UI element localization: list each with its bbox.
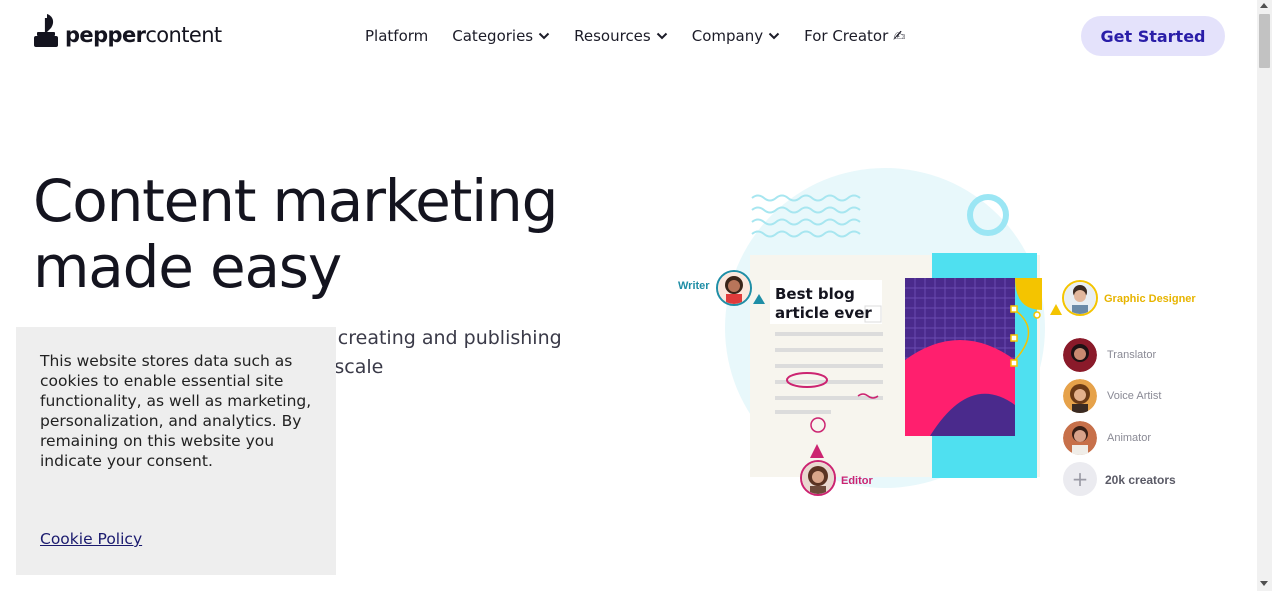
- writer-avatar: [716, 270, 752, 306]
- nav-resources[interactable]: Resources: [574, 27, 668, 45]
- chevron-down-icon: [538, 32, 550, 40]
- role-translator-label: Translator: [1107, 349, 1157, 361]
- scroll-down-arrow-icon[interactable]: [1260, 581, 1268, 586]
- cookie-text: This website stores data such as cookies…: [40, 352, 312, 470]
- chevron-down-icon: [656, 32, 667, 40]
- logo-wordmark: peppercontent: [65, 23, 222, 47]
- nav-for-creator[interactable]: For Creator ✍: [804, 27, 906, 45]
- page-scrollbar[interactable]: [1257, 0, 1272, 591]
- hero-title: Content marketing made easy: [33, 168, 633, 300]
- scroll-thumb[interactable]: [1259, 14, 1270, 68]
- nav-company[interactable]: Company: [692, 27, 780, 45]
- role-graphic-designer-label: Graphic Designer: [1104, 293, 1196, 305]
- role-voice-artist-label: Voice Artist: [1107, 390, 1162, 402]
- card-title: Best blog article ever: [775, 285, 872, 322]
- translator-avatar: [1063, 338, 1097, 372]
- site-header: peppercontent Platform Categories Resour…: [0, 0, 1257, 72]
- role-writer-label: Writer: [678, 280, 710, 292]
- plus-icon: +: [1063, 462, 1097, 496]
- hero-title-line2: made easy: [33, 233, 342, 301]
- chevron-down-icon: [768, 32, 780, 40]
- role-animator-label: Animator: [1107, 432, 1152, 444]
- get-started-button[interactable]: Get Started: [1081, 16, 1225, 56]
- scroll-up-arrow-icon[interactable]: [1260, 3, 1268, 8]
- hero-illustration: Best blog article ever Writer Editor Gra…: [670, 160, 1210, 505]
- logo[interactable]: peppercontent: [33, 12, 222, 48]
- cookie-policy-link[interactable]: Cookie Policy: [40, 530, 142, 548]
- pepper-logo-icon: [33, 12, 59, 48]
- nav-categories[interactable]: Categories: [452, 27, 550, 45]
- main-nav: Platform Categories Resources Company Fo…: [365, 24, 930, 48]
- graphic-designer-avatar: [1062, 280, 1098, 316]
- editor-avatar: [800, 460, 836, 496]
- nav-platform[interactable]: Platform: [365, 27, 428, 45]
- hero-title-line1: Content marketing: [33, 167, 558, 235]
- role-editor-label: Editor: [841, 475, 873, 487]
- role-creators-label: 20k creators: [1105, 473, 1176, 487]
- illustration-graphic: [725, 168, 1062, 488]
- voice-artist-avatar: [1063, 379, 1097, 413]
- animator-avatar: [1063, 421, 1097, 455]
